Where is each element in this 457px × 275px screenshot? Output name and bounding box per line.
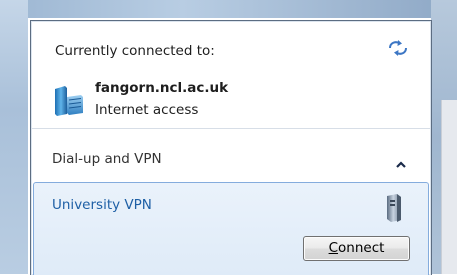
network-status: Internet access (95, 102, 199, 118)
background-window-frame (0, 0, 457, 18)
vpn-icon (383, 193, 405, 223)
dialup-heading: Dial-up and VPN (52, 151, 162, 167)
network-icon (53, 85, 85, 117)
refresh-icon[interactable] (387, 39, 409, 57)
chevron-up-icon[interactable] (395, 155, 407, 168)
network-name: fangorn.ncl.ac.uk (95, 80, 229, 96)
connected-heading: Currently connected to: (55, 43, 215, 59)
connect-button-label: onnect (338, 240, 385, 256)
background-scrollbar (441, 100, 457, 274)
connected-section: Currently connected to: fangorn.ncl.ac.u… (32, 22, 430, 128)
network-flyout: Currently connected to: fangorn.ncl.ac.u… (30, 20, 432, 275)
connect-button[interactable]: Connect (303, 236, 410, 261)
vpn-name: University VPN (52, 197, 152, 213)
dialup-section-header[interactable]: Dial-up and VPN (32, 129, 430, 181)
connect-button-mnemonic: C (328, 240, 339, 256)
background-window-edge-left (0, 0, 28, 274)
vpn-connection-item[interactable]: University VPN Connect (33, 182, 429, 275)
